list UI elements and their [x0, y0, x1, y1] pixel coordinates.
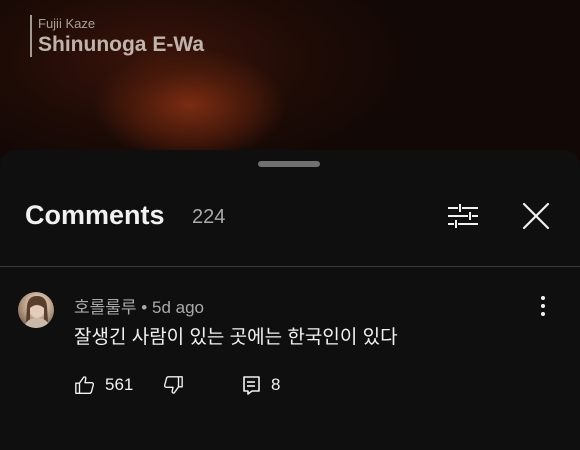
dislike-button[interactable] [162, 372, 184, 398]
comments-title: Comments [25, 200, 165, 230]
avatar-image [24, 296, 50, 328]
video-song-title: Shinunoga E-Wa [38, 33, 205, 56]
meta-separator: • [141, 298, 152, 317]
comments-sheet: Comments 224 호롤룰루 • 5d ago 잘생긴 사람이 있는 곳에… [0, 150, 580, 450]
close-button[interactable] [520, 200, 552, 232]
thumbs-up-icon [75, 376, 95, 394]
comment-author[interactable]: 호롤룰루 [74, 298, 137, 317]
comment-meta: 호롤룰루 • 5d ago [74, 293, 204, 318]
like-count: 561 [105, 375, 134, 394]
video-title-overlay: Fujii Kaze Shinunoga E-Wa [30, 15, 204, 57]
more-vertical-icon [541, 296, 545, 316]
drag-handle[interactable] [258, 161, 320, 167]
header-divider [0, 266, 580, 267]
avatar[interactable] [18, 292, 54, 328]
reply-icon [243, 376, 260, 395]
close-icon [522, 202, 550, 230]
comment-age: 5d ago [151, 298, 204, 317]
like-button[interactable]: 561 [74, 372, 133, 398]
comment-more-button[interactable] [533, 293, 553, 319]
sort-filter-button[interactable] [446, 200, 480, 232]
sliders-icon [448, 204, 478, 228]
reply-count: 8 [271, 375, 281, 394]
comment-text: 잘생긴 사람이 있는 곳에는 한국인이 있다 [74, 327, 398, 348]
video-artist: Fujii Kaze [38, 16, 96, 31]
comment-actions: 561 8 [74, 372, 314, 398]
comments-count: 224 [192, 206, 226, 228]
reply-button[interactable]: 8 [242, 372, 280, 398]
thumbs-down-icon [163, 376, 183, 394]
